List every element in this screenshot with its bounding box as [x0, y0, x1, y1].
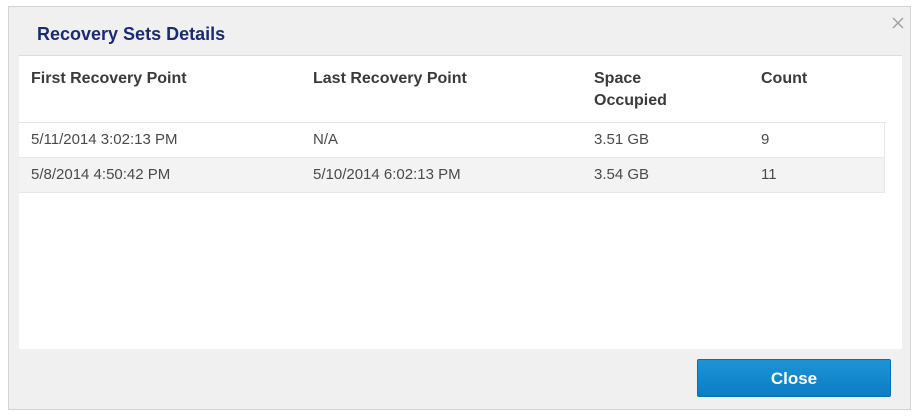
column-header-first-recovery-point[interactable]: First Recovery Point [31, 68, 187, 90]
table-row[interactable]: 5/8/2014 4:50:42 PM 5/10/2014 6:02:13 PM… [19, 158, 885, 193]
first-recovery-point-cell: 5/11/2014 3:02:13 PM [31, 131, 178, 148]
column-header-count[interactable]: Count [761, 68, 807, 90]
last-recovery-point-cell: 5/10/2014 6:02:13 PM [313, 166, 461, 183]
space-occupied-cell: 3.54 GB [594, 166, 650, 183]
recovery-sets-dialog: Recovery Sets Details First Recovery Poi… [8, 6, 911, 410]
column-header-space-occupied[interactable]: Space Occupied [594, 68, 667, 112]
space-occupied-cell: 3.51 GB [594, 131, 650, 148]
first-recovery-point-cell: 5/8/2014 4:50:42 PM [31, 166, 171, 183]
table-header: First Recovery Point Last Recovery Point… [19, 56, 886, 123]
last-recovery-point-cell: N/A [313, 131, 339, 148]
column-header-last-recovery-point[interactable]: Last Recovery Point [313, 68, 467, 90]
table-row[interactable]: 5/11/2014 3:02:13 PM N/A 3.51 GB 9 [19, 123, 885, 158]
close-button[interactable]: Close [697, 359, 891, 397]
details-table: First Recovery Point Last Recovery Point… [19, 55, 902, 349]
dialog-title: Recovery Sets Details [37, 24, 226, 44]
count-cell: 9 [761, 131, 770, 148]
close-icon[interactable] [890, 15, 906, 31]
count-cell: 11 [761, 166, 777, 183]
